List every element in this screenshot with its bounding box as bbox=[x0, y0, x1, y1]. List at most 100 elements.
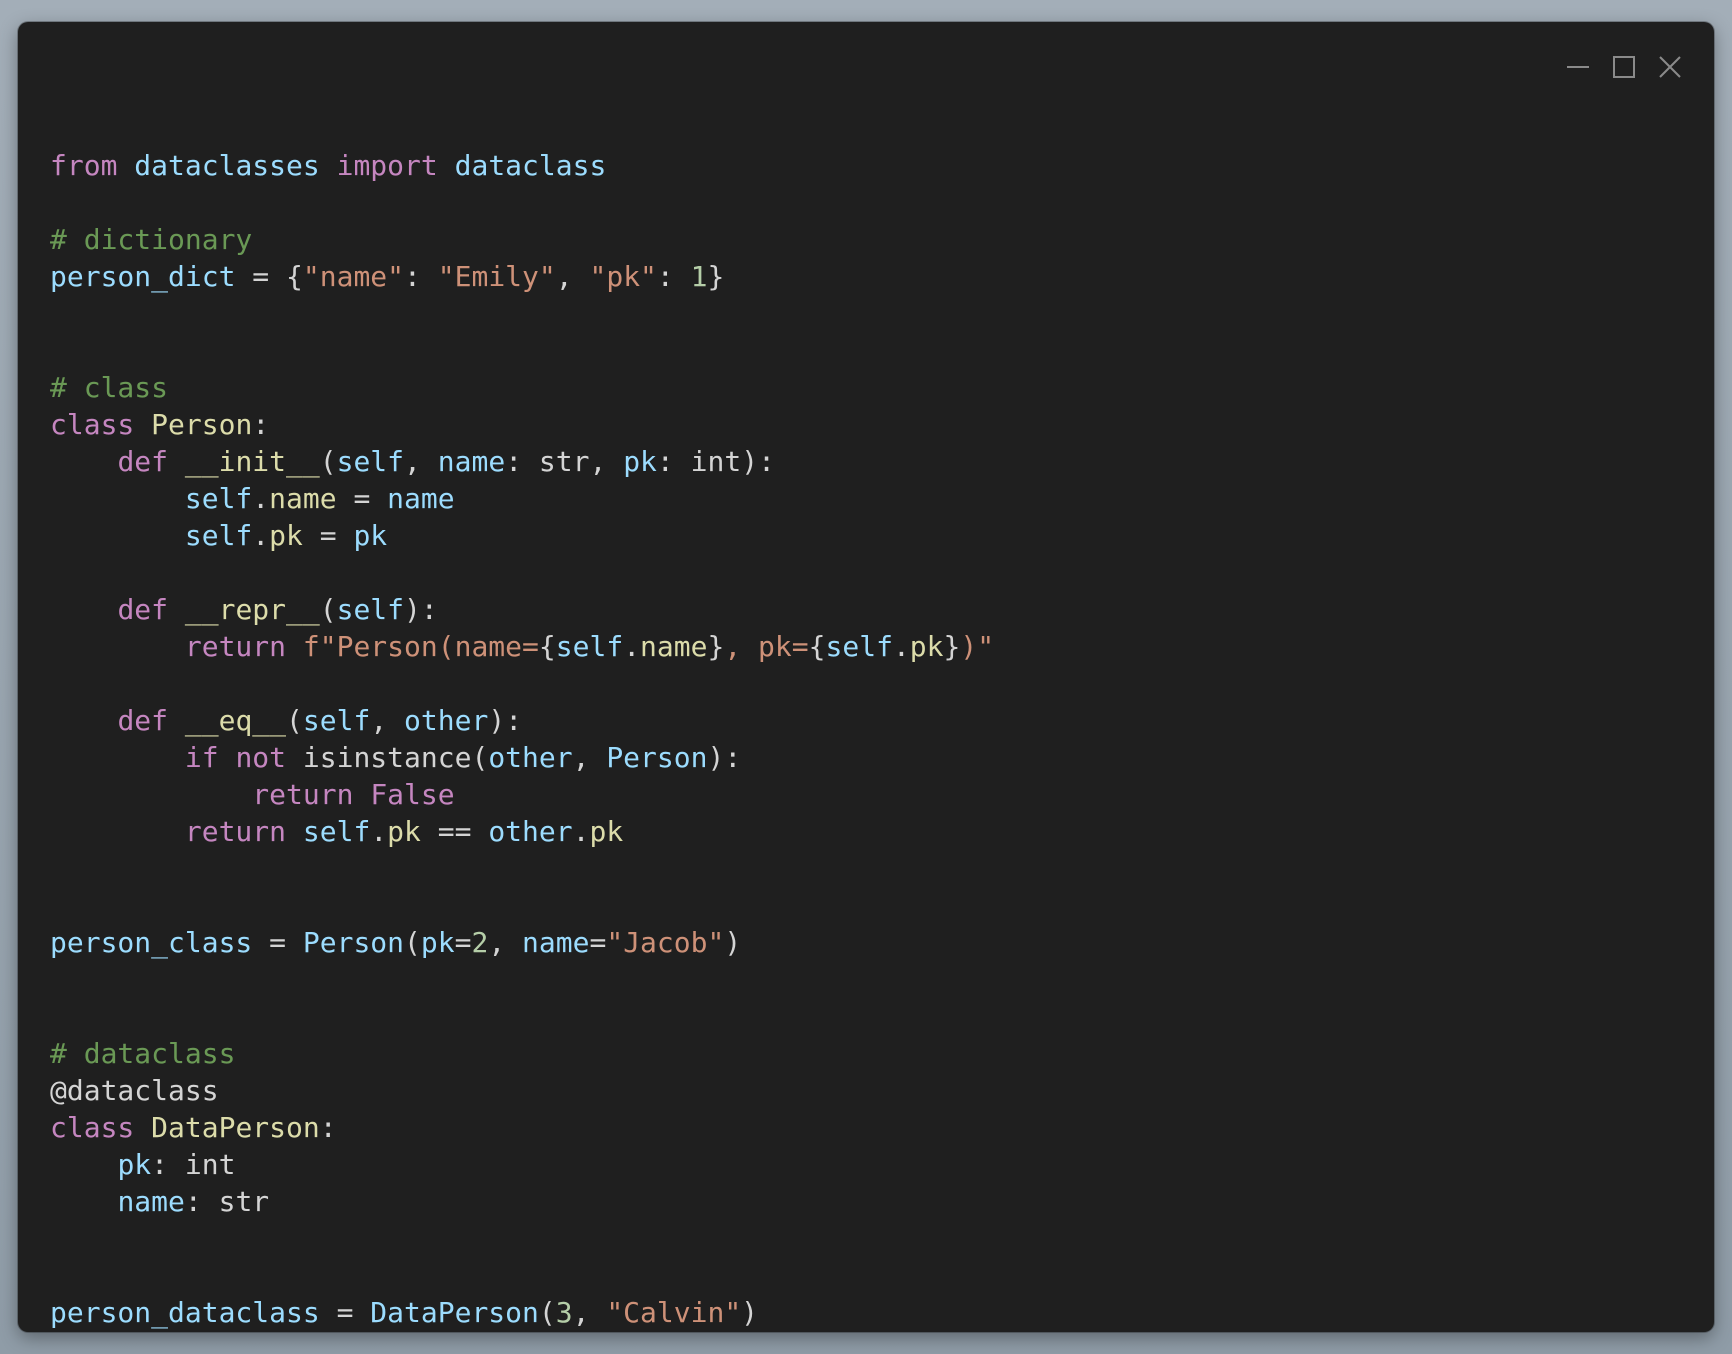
code-token: pk bbox=[117, 1148, 152, 1181]
code-token: pk bbox=[589, 815, 624, 848]
code-token: pk bbox=[623, 445, 657, 478]
code-line: self.name = name bbox=[50, 480, 994, 517]
code-token: . bbox=[370, 815, 388, 848]
close-icon[interactable] bbox=[1656, 53, 1684, 81]
code-token: pk bbox=[387, 815, 421, 848]
code-token: class bbox=[50, 408, 135, 441]
code-token: name bbox=[117, 1185, 185, 1218]
maximize-icon[interactable] bbox=[1610, 53, 1638, 81]
code-token: isinstance bbox=[302, 741, 472, 774]
code-token: self bbox=[336, 445, 405, 478]
code-token: 3 bbox=[555, 1296, 573, 1329]
code-token: pk bbox=[909, 630, 944, 663]
code-token: DataPerson bbox=[370, 1296, 539, 1329]
code-token: ): bbox=[707, 741, 742, 774]
code-token: , pk= bbox=[724, 630, 809, 663]
code-token: 1 bbox=[690, 260, 708, 293]
code-token: = bbox=[589, 926, 607, 959]
code-token: person_dataclass bbox=[50, 1296, 320, 1329]
code-token: other bbox=[404, 704, 489, 737]
code-token: . bbox=[892, 630, 910, 663]
code-token: from bbox=[50, 149, 118, 182]
code-token: int bbox=[184, 1148, 236, 1181]
code-token: : bbox=[151, 1148, 185, 1181]
code-token: name bbox=[437, 445, 506, 478]
code-token: . bbox=[252, 519, 270, 552]
code-token: . bbox=[623, 630, 641, 663]
code-token: = bbox=[319, 1296, 371, 1329]
code-token: person_dict bbox=[50, 260, 236, 293]
code-token: , bbox=[404, 445, 438, 478]
code-token: self bbox=[302, 704, 371, 737]
code-token: class bbox=[50, 1111, 135, 1144]
code-token: , bbox=[572, 1296, 607, 1329]
code-token: 2 bbox=[471, 926, 489, 959]
code-token: : bbox=[505, 445, 539, 478]
code-token: return bbox=[184, 630, 287, 663]
code-token: ( bbox=[471, 741, 489, 774]
code-line: pk: int bbox=[50, 1146, 994, 1183]
code-line: # dictionary bbox=[50, 221, 994, 258]
code-token: "Calvin" bbox=[606, 1296, 742, 1329]
code-token: self bbox=[336, 593, 405, 626]
code-line: return self.pk == other.pk bbox=[50, 813, 994, 850]
code-token: name bbox=[269, 482, 337, 515]
code-line: def __repr__(self): bbox=[50, 591, 994, 628]
code-token: str bbox=[218, 1185, 270, 1218]
code-token: import bbox=[336, 149, 438, 182]
code-line: name: str bbox=[50, 1183, 994, 1220]
code-line: person_dataclass = DataPerson(3, "Calvin… bbox=[50, 1294, 994, 1331]
code-token: other bbox=[488, 815, 573, 848]
code-token: def bbox=[117, 445, 169, 478]
code-token: __init__ bbox=[184, 445, 320, 478]
minimize-icon[interactable] bbox=[1564, 53, 1592, 81]
code-token: ) bbox=[741, 1296, 759, 1329]
code-token: False bbox=[370, 778, 455, 811]
code-token: __repr__ bbox=[184, 593, 320, 626]
code-token: : bbox=[656, 445, 691, 478]
code-token: str bbox=[538, 445, 590, 478]
code-line: # dataclass bbox=[50, 1035, 994, 1072]
code-token: , bbox=[370, 704, 405, 737]
code-token: __eq__ bbox=[184, 704, 287, 737]
code-token: ( bbox=[404, 926, 421, 959]
code-token: self bbox=[184, 482, 253, 515]
code-token: name bbox=[640, 630, 708, 663]
code-token: ( bbox=[319, 445, 337, 478]
window-controls bbox=[1564, 52, 1684, 82]
code-token: . bbox=[572, 815, 590, 848]
code-line: @dataclass bbox=[50, 1072, 994, 1109]
code-token: "Emily" bbox=[437, 260, 556, 293]
code-token: def bbox=[117, 593, 169, 626]
code-token: "name" bbox=[302, 260, 405, 293]
code-token: name bbox=[387, 482, 455, 515]
code-token: : bbox=[184, 1185, 219, 1218]
code-token: { bbox=[808, 630, 826, 663]
code-token: ) bbox=[724, 926, 742, 959]
code-token: ( bbox=[286, 704, 303, 737]
code-token: : bbox=[319, 1111, 337, 1144]
code-token: pk bbox=[420, 926, 455, 959]
code-token: return bbox=[252, 778, 354, 811]
code-token: = bbox=[454, 926, 472, 959]
code-token: return bbox=[184, 815, 287, 848]
code-token: ( bbox=[538, 1296, 556, 1329]
